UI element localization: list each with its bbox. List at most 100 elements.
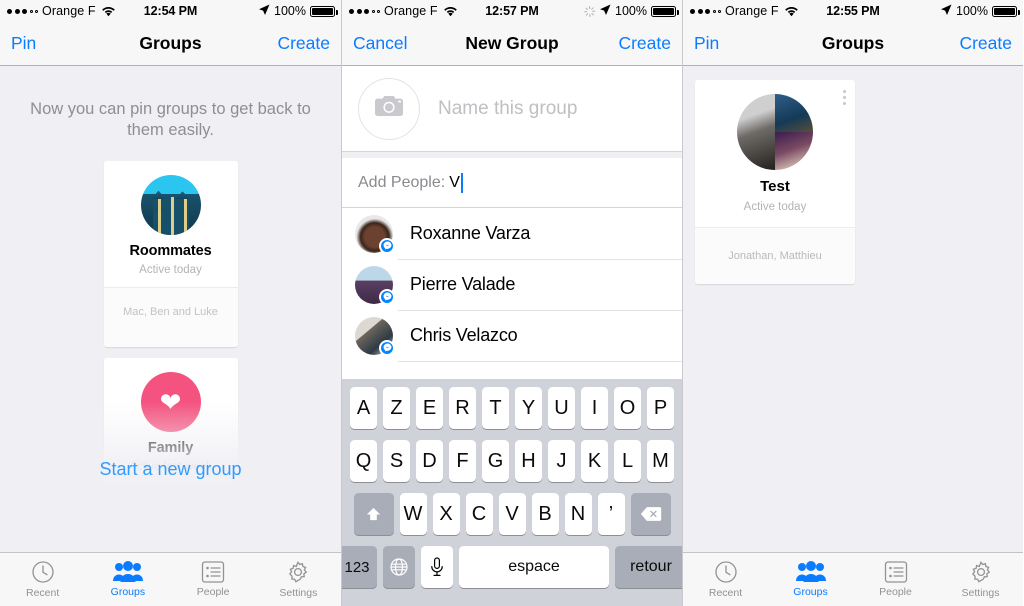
battery-percent-label: 100% — [274, 4, 306, 18]
contact-row-roxanne-varza[interactable]: Roxanne Varza — [342, 208, 682, 259]
key-h[interactable]: H — [515, 440, 542, 482]
key-i[interactable]: I — [581, 387, 608, 429]
key-u[interactable]: U — [548, 387, 575, 429]
key-d[interactable]: D — [416, 440, 443, 482]
activity-spinner-icon — [583, 5, 595, 17]
status-bar: Orange F 12:57 PM 100% — [342, 0, 682, 22]
contact-name: Chris Velazco — [410, 325, 518, 345]
group-name-input[interactable]: Name this group — [438, 98, 577, 120]
tab-people[interactable]: People — [171, 553, 256, 606]
group-members: Mac, Ben and Luke — [103, 287, 238, 347]
pin-button[interactable]: Pin — [11, 33, 36, 54]
group-members: Rose, Mike, Megan, Alli and Adam — [103, 484, 238, 549]
status-right: 100% — [940, 4, 1023, 19]
tab-label: Settings — [279, 587, 318, 599]
tab-people[interactable]: People — [853, 553, 938, 606]
tab-label: People — [196, 586, 230, 598]
delete-key[interactable] — [630, 493, 671, 535]
key-m[interactable]: M — [647, 440, 674, 482]
panel-groups-onboarding: Orange F 12:54 PM 100% Pin Groups Create… — [0, 0, 341, 606]
key-b[interactable]: B — [531, 493, 559, 535]
key-apostrophe[interactable]: ’ — [597, 493, 625, 535]
key-y[interactable]: Y — [515, 387, 542, 429]
key-e[interactable]: E — [416, 387, 443, 429]
key-t[interactable]: T — [482, 387, 509, 429]
people-group-icon — [112, 561, 143, 583]
status-right: 100% — [583, 4, 682, 19]
heart-icon: ❤ — [159, 387, 182, 417]
group-card-test[interactable]: Test Active today Jonathan, Matthieu — [695, 80, 855, 284]
group-name: Test — [760, 178, 790, 195]
group-card-family[interactable]: ❤ Family Active last week Rose, Mike, Me… — [103, 358, 238, 549]
pin-button[interactable]: Pin — [694, 33, 719, 54]
group-name: Roommates — [129, 243, 212, 259]
add-people-input[interactable]: V — [449, 174, 460, 192]
tab-recent[interactable]: Recent — [683, 553, 768, 606]
create-button[interactable]: Create — [277, 33, 330, 54]
keyboard-row-4: 123 espace retour — [342, 546, 682, 588]
group-avatar-roommates — [140, 175, 201, 235]
globe-key[interactable] — [383, 546, 415, 588]
group-status: Active today — [139, 264, 202, 276]
add-people-row[interactable]: Add People: V — [342, 158, 682, 208]
create-button[interactable]: Create — [618, 33, 671, 54]
start-new-group-link[interactable]: Start a new group — [0, 459, 341, 480]
key-c[interactable]: C — [465, 493, 493, 535]
tab-label: Recent — [25, 587, 60, 599]
group-card-roommates[interactable]: Roommates Active today Mac, Ben and Luke — [103, 161, 238, 347]
clock-icon — [31, 560, 55, 584]
list-icon — [201, 561, 225, 583]
key-z[interactable]: Z — [383, 387, 410, 429]
tab-groups[interactable]: Groups — [85, 553, 170, 606]
panel-groups-with-test: Orange F 12:55 PM 100% Pin Groups Create — [683, 0, 1023, 606]
return-key[interactable]: retour — [615, 546, 682, 588]
key-k[interactable]: K — [581, 440, 608, 482]
shift-key[interactable] — [353, 493, 394, 535]
key-s[interactable]: S — [383, 440, 410, 482]
key-n[interactable]: N — [564, 493, 592, 535]
key-a[interactable]: A — [350, 387, 377, 429]
numbers-key[interactable]: 123 — [342, 546, 377, 588]
group-name: Family — [147, 440, 194, 456]
key-o[interactable]: O — [614, 387, 641, 429]
key-x[interactable]: X — [432, 493, 460, 535]
on-screen-keyboard: A Z E R T Y U I O P Q S D F G H J K L M … — [342, 379, 682, 606]
avatar-tile-3 — [775, 132, 813, 170]
card-top: Roommates Active today — [103, 161, 238, 287]
messenger-badge-icon — [379, 288, 395, 305]
group-status: Active today — [743, 201, 807, 213]
key-g[interactable]: G — [482, 440, 509, 482]
kebab-menu-icon[interactable] — [843, 90, 846, 105]
camera-photo-button[interactable] — [358, 77, 420, 140]
microphone-key[interactable] — [421, 546, 453, 588]
battery-percent-label: 100% — [956, 4, 988, 18]
key-j[interactable]: J — [548, 440, 575, 482]
contact-row-chris-velazco[interactable]: Chris Velazco — [342, 310, 682, 361]
messenger-badge-icon — [379, 339, 395, 356]
avatar — [355, 316, 395, 356]
keyboard-row-3: W X C V B N ’ — [342, 493, 682, 535]
key-p[interactable]: P — [647, 387, 674, 429]
tab-recent[interactable]: Recent — [0, 553, 85, 606]
camera-icon — [374, 94, 404, 123]
key-r[interactable]: R — [449, 387, 476, 429]
nav-bar: Pin Groups Create — [0, 22, 341, 66]
key-f[interactable]: F — [449, 440, 476, 482]
status-bar: Orange F 12:54 PM 100% — [0, 0, 341, 22]
group-members: Jonathan, Matthieu — [695, 227, 855, 284]
tab-groups[interactable]: Groups — [768, 553, 853, 606]
nav-bar: Cancel New Group Create — [342, 22, 682, 66]
space-key[interactable]: espace — [459, 546, 609, 588]
key-v[interactable]: V — [498, 493, 526, 535]
cancel-button[interactable]: Cancel — [353, 33, 407, 54]
create-button[interactable]: Create — [959, 33, 1012, 54]
tab-settings[interactable]: Settings — [256, 553, 341, 606]
key-w[interactable]: W — [399, 493, 427, 535]
gear-icon — [969, 560, 993, 584]
groups-body: Now you can pin groups to get back to th… — [0, 66, 341, 606]
contact-row-pierre-valade[interactable]: Pierre Valade — [342, 259, 682, 310]
key-q[interactable]: Q — [350, 440, 377, 482]
tab-label: Groups — [793, 586, 828, 598]
key-l[interactable]: L — [614, 440, 641, 482]
tab-settings[interactable]: Settings — [938, 553, 1023, 606]
